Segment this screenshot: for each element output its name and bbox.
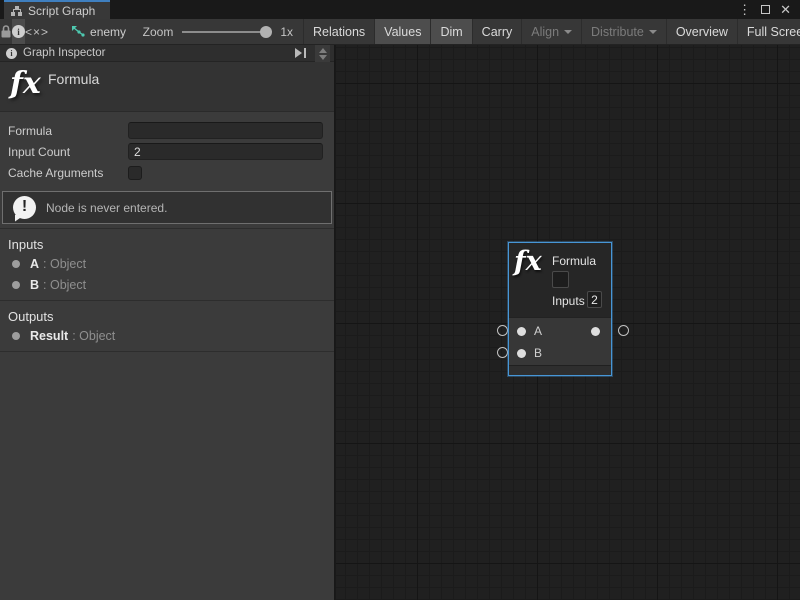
input-port-a-label: A: [534, 324, 542, 338]
node-title: Formula: [552, 254, 596, 268]
values-button[interactable]: Values: [375, 19, 431, 44]
input-port-b[interactable]: [517, 349, 526, 358]
unit-title: Formula: [48, 71, 99, 87]
formula-field-row: Formula: [8, 120, 323, 141]
unit-fields: Formula Input Count Cache Arguments: [0, 112, 334, 189]
scroll-spinner[interactable]: [315, 45, 330, 62]
dock-panel-icon[interactable]: [295, 48, 306, 58]
zoom-slider-track: [182, 31, 270, 33]
port-name: Result: [30, 329, 68, 343]
zoom-label: Zoom: [143, 25, 174, 39]
relations-button[interactable]: Relations: [303, 19, 375, 44]
warning-bubble-icon: !: [13, 196, 37, 220]
chevron-down-icon: [564, 30, 572, 34]
inspector-toggle-button[interactable]: i: [12, 19, 25, 44]
port-dot-icon: [12, 260, 20, 268]
input-count-field-row: Input Count: [8, 141, 323, 162]
node-inputs-label: Inputs: [552, 294, 585, 308]
code-preview-button[interactable]: <×>: [25, 19, 49, 44]
menu-icon[interactable]: ⋮: [738, 3, 751, 16]
formula-node-header: fx Formula Inputs 2: [509, 243, 611, 317]
outputs-section-header: Outputs: [0, 301, 334, 324]
arrow-down-icon: [319, 55, 327, 60]
chevron-down-icon: [649, 30, 657, 34]
toolbar-buttons: Relations Values Dim Carry Align Distrib…: [303, 19, 800, 44]
port-type: : Object: [43, 257, 86, 271]
full-screen-button[interactable]: Full Screen: [738, 19, 800, 44]
graph-hierarchy-icon: [11, 6, 22, 16]
carry-button[interactable]: Carry: [473, 19, 523, 44]
port-name: B: [30, 278, 39, 292]
warning-text: Node is never entered.: [46, 201, 167, 215]
formula-input[interactable]: [128, 122, 323, 139]
formula-node[interactable]: fx Formula Inputs 2 A B: [508, 242, 612, 376]
formula-node-footer: [509, 365, 611, 375]
port-type: : Object: [43, 278, 86, 292]
unit-header: fx Formula: [0, 62, 334, 112]
lock-button[interactable]: [0, 19, 12, 44]
formula-field-label: Formula: [8, 124, 128, 138]
lock-icon: [0, 25, 12, 38]
port-dot-icon: [12, 332, 20, 340]
window-controls: ⋮ ✕: [738, 0, 800, 19]
input-count-field-label: Input Count: [8, 145, 128, 159]
tab-script-graph[interactable]: Script Graph: [4, 0, 110, 19]
distribute-dropdown[interactable]: Distribute: [582, 19, 667, 44]
node-inputs-count-input[interactable]: 2: [587, 291, 602, 308]
warning-box: ! Node is never entered.: [2, 191, 332, 224]
input-port-row-b[interactable]: B : Object: [0, 275, 334, 294]
code-icon: <×>: [25, 25, 49, 39]
title-bar: Script Graph ⋮ ✕: [0, 0, 800, 19]
info-icon: i: [6, 48, 17, 59]
zoom-slider[interactable]: [182, 26, 270, 38]
zoom-value: 1x: [280, 25, 293, 39]
close-icon[interactable]: ✕: [780, 3, 791, 16]
graph-breadcrumb-icon: [71, 25, 85, 38]
input-port-b-label: B: [534, 346, 542, 360]
inputs-section-header: Inputs: [0, 229, 334, 252]
fx-icon: fx: [514, 246, 542, 277]
fx-icon: fx: [10, 66, 41, 101]
input-count-input[interactable]: [128, 143, 323, 160]
breadcrumb-zone: enemy Zoom 1x: [49, 19, 303, 44]
port-type: : Object: [72, 329, 115, 343]
port-name: A: [30, 257, 39, 271]
dim-button[interactable]: Dim: [431, 19, 472, 44]
overview-button[interactable]: Overview: [667, 19, 738, 44]
graph-inspector-panel: i Graph Inspector fx Formula Formula Inp…: [0, 45, 335, 600]
output-port-result[interactable]: [591, 327, 600, 336]
section-divider: [0, 351, 334, 352]
connection-hint-circle[interactable]: [618, 325, 629, 336]
align-dropdown[interactable]: Align: [522, 19, 582, 44]
connection-hint-circle[interactable]: [497, 347, 508, 358]
zoom-control: Zoom 1x: [143, 25, 293, 39]
port-dot-icon: [12, 281, 20, 289]
arrow-up-icon: [319, 48, 327, 53]
tab-title: Script Graph: [28, 4, 95, 18]
input-port-row-a[interactable]: A : Object: [0, 254, 334, 273]
node-formula-input[interactable]: [552, 271, 569, 288]
output-port-row-result[interactable]: Result : Object: [0, 326, 334, 345]
cache-arguments-field-row: Cache Arguments: [8, 162, 323, 183]
graph-canvas[interactable]: fx Formula Inputs 2 A B: [336, 45, 800, 600]
breadcrumb-graph-name[interactable]: enemy: [90, 25, 126, 39]
info-icon: i: [12, 25, 25, 38]
formula-node-ports: A B: [509, 317, 611, 365]
maximize-icon[interactable]: [761, 5, 770, 14]
cache-arguments-field-label: Cache Arguments: [8, 166, 128, 180]
cache-arguments-checkbox[interactable]: [128, 166, 142, 180]
connection-hint-circle[interactable]: [497, 325, 508, 336]
zoom-slider-thumb[interactable]: [260, 26, 272, 38]
input-port-a[interactable]: [517, 327, 526, 336]
inspector-title: Graph Inspector: [23, 47, 105, 59]
graph-toolbar: i <×> enemy Zoom 1x Relations Values Dim…: [0, 19, 800, 45]
inspector-header: i Graph Inspector: [0, 45, 334, 62]
